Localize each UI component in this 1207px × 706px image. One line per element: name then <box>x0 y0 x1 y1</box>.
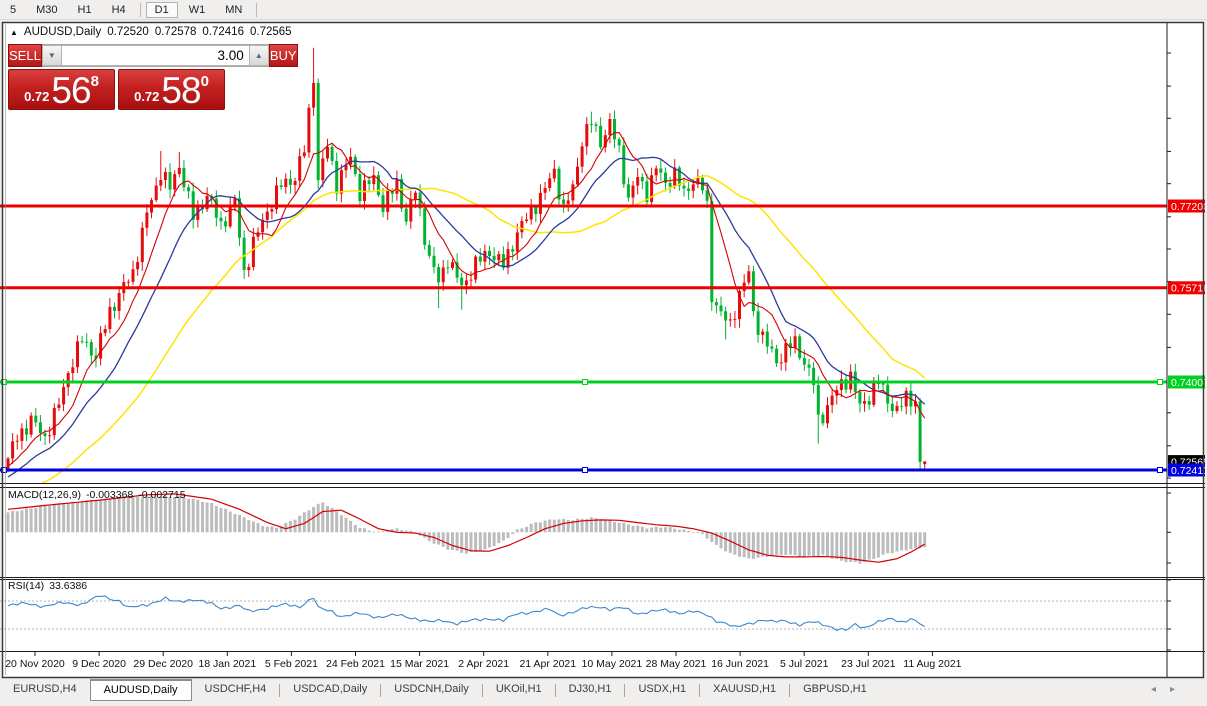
svg-text:23 Jul 2021: 23 Jul 2021 <box>841 658 895 670</box>
svg-text:0.77200: 0.77200 <box>1171 201 1207 213</box>
chart-tab-dj30[interactable]: DJ30,H1 <box>556 680 625 699</box>
svg-text:15 Mar 2021: 15 Mar 2021 <box>390 658 449 670</box>
rsi-value: 33.6386 <box>49 580 87 592</box>
volume-increase-button[interactable]: ▲ <box>249 45 269 66</box>
triangle-up-icon: ▲ <box>255 51 263 60</box>
svg-text:16 Jun 2021: 16 Jun 2021 <box>711 658 769 670</box>
timeframe-button-mn[interactable]: MN <box>216 2 251 18</box>
svg-text:0.74007: 0.74007 <box>1171 377 1207 389</box>
collapse-panel-icon[interactable]: ▲ <box>10 28 18 37</box>
chart-title: ▲ AUDUSD,Daily 0.72520 0.72578 0.72416 0… <box>10 26 292 38</box>
bid-price-pipette: 8 <box>91 70 99 90</box>
chart-tab-usdcad[interactable]: USDCAD,Daily <box>280 680 380 699</box>
low-value: 0.72416 <box>202 26 244 38</box>
buy-price-button[interactable]: 0.72 58 0 <box>118 69 225 110</box>
one-click-trading-panel: SELL ▼ ▲ BUY 0.72 56 8 0.72 58 0 <box>8 44 225 110</box>
svg-text:28 May 2021: 28 May 2021 <box>646 658 707 670</box>
timeframe-button-d1[interactable]: D1 <box>146 2 178 18</box>
macd-name: MACD(12,26,9) <box>8 489 81 501</box>
svg-text:21 Apr 2021: 21 Apr 2021 <box>519 658 576 670</box>
tab-scroll-right-icon[interactable]: ▸ <box>1170 684 1189 695</box>
macd-main-value: -0.003368 <box>86 489 133 501</box>
timeframe-button-5[interactable]: 5 <box>1 2 25 18</box>
open-value: 0.72520 <box>107 26 149 38</box>
svg-text:9 Dec 2020: 9 Dec 2020 <box>72 658 126 670</box>
chart-tab-usdchf[interactable]: USDCHF,H4 <box>192 680 280 699</box>
ask-price-pipette: 0 <box>201 70 209 90</box>
toolbar-separator <box>140 3 141 17</box>
tab-scroll-buttons: ◂▸ <box>1151 684 1189 695</box>
chart-tab-ukoil[interactable]: UKOil,H1 <box>483 680 555 699</box>
rsi-label: RSI(14) 33.6386 <box>8 580 87 592</box>
svg-text:5 Feb 2021: 5 Feb 2021 <box>265 658 318 670</box>
trading-terminal-window: { "toolbar": { "items": [ {"label":"5","… <box>0 0 1207 706</box>
chart-tab-gbpusd[interactable]: GBPUSD,H1 <box>790 680 880 699</box>
chart-tab-xauusd[interactable]: XAUUSD,H1 <box>700 680 789 699</box>
macd-label: MACD(12,26,9) -0.003368 -0.002715 <box>8 489 186 501</box>
volume-input[interactable] <box>62 45 249 66</box>
timeframe-button-h1[interactable]: H1 <box>69 2 101 18</box>
volume-decrease-button[interactable]: ▼ <box>42 45 62 66</box>
bid-price-big-digits: 56 <box>51 73 90 108</box>
svg-text:20 Nov 2020: 20 Nov 2020 <box>5 658 65 670</box>
chart-tab-bar: EURUSD,H4AUDUSD,DailyUSDCHF,H4USDCAD,Dai… <box>0 679 1207 706</box>
buy-button[interactable]: BUY <box>269 44 298 67</box>
svg-text:11 Aug 2021: 11 Aug 2021 <box>903 658 961 670</box>
bid-price-prefix: 0.72 <box>24 89 49 104</box>
ask-price-big-digits: 58 <box>161 73 200 108</box>
svg-text:2 Apr 2021: 2 Apr 2021 <box>458 658 509 670</box>
chart-tab-eurusd[interactable]: EURUSD,H4 <box>0 680 90 699</box>
chart-tab-usdcnh[interactable]: USDCNH,Daily <box>381 680 482 699</box>
svg-text:0.72411: 0.72411 <box>1171 465 1207 477</box>
svg-text:24 Feb 2021: 24 Feb 2021 <box>326 658 385 670</box>
tab-scroll-left-icon[interactable]: ◂ <box>1151 684 1170 695</box>
chart-tab-audusd[interactable]: AUDUSD,Daily <box>90 679 192 701</box>
timeframe-button-h4[interactable]: H4 <box>103 2 135 18</box>
timeframe-button-w1[interactable]: W1 <box>180 2 215 18</box>
high-value: 0.72578 <box>155 26 197 38</box>
timeframe-button-m30[interactable]: M30 <box>27 2 66 18</box>
macd-signal-value: -0.002715 <box>138 489 185 501</box>
triangle-down-icon: ▼ <box>48 51 56 60</box>
volume-stepper: ▼ ▲ <box>42 44 269 67</box>
sell-price-button[interactable]: 0.72 56 8 <box>8 69 115 110</box>
chart-tab-usdx[interactable]: USDX,H1 <box>625 680 699 699</box>
ask-price-prefix: 0.72 <box>134 89 159 104</box>
svg-text:10 May 2021: 10 May 2021 <box>582 658 643 670</box>
svg-text:18 Jan 2021: 18 Jan 2021 <box>198 658 256 670</box>
svg-text:5 Jul 2021: 5 Jul 2021 <box>780 658 829 670</box>
timeframe-toolbar: 5M30H1H4 D1W1MN <box>0 0 1207 20</box>
svg-text:29 Dec 2020: 29 Dec 2020 <box>133 658 193 670</box>
symbol-timeframe-label: AUDUSD,Daily <box>24 26 101 38</box>
sell-button[interactable]: SELL <box>8 44 42 67</box>
close-value: 0.72565 <box>250 26 292 38</box>
toolbar-separator <box>256 3 257 17</box>
svg-text:0.75716: 0.75716 <box>1171 283 1207 295</box>
rsi-name: RSI(14) <box>8 580 44 592</box>
